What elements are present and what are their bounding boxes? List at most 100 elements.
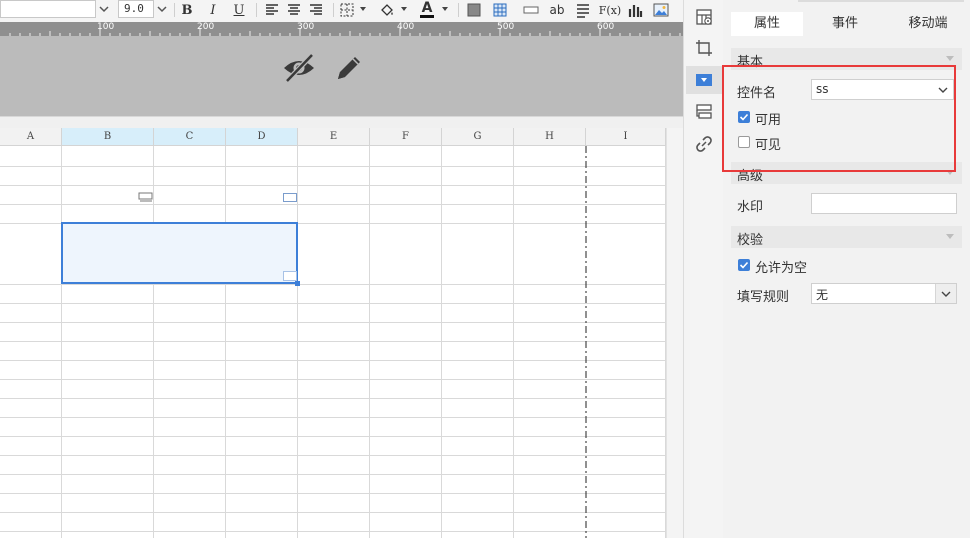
font-size-value: 9.0 — [124, 2, 144, 15]
grid-line — [0, 398, 666, 399]
widget-marker-icon — [138, 192, 153, 202]
column-header-h[interactable]: H — [514, 128, 586, 146]
form-canvas[interactable] — [0, 36, 683, 116]
column-header-e[interactable]: E — [298, 128, 370, 146]
grid-line — [0, 512, 666, 513]
grid-line — [0, 531, 666, 532]
grid-line — [0, 474, 666, 475]
chevron-down-icon — [941, 291, 951, 297]
section-validation-title: 校验 — [737, 233, 764, 248]
chevron-down-icon[interactable] — [97, 2, 111, 16]
grid-line — [0, 455, 666, 456]
grid-line — [0, 360, 666, 361]
merge-cells-icon[interactable] — [465, 1, 483, 19]
grid-line — [0, 417, 666, 418]
formula-button[interactable]: F(x) — [598, 1, 622, 19]
toolbar-divider — [333, 3, 334, 17]
highlight-box — [722, 65, 956, 172]
grid-line — [0, 379, 666, 380]
ruler-label: 200 — [197, 22, 215, 32]
toolbar-divider — [458, 3, 459, 17]
tab-attributes[interactable]: 属性 — [731, 12, 803, 36]
fill-rule-select[interactable]: 无 — [811, 283, 957, 304]
eye-slash-icon[interactable] — [281, 52, 317, 84]
horizontal-ruler: 100 200 300 400 500 600 — [0, 22, 683, 36]
spreadsheet-grid[interactable]: A B C D E F G H I — [0, 128, 666, 538]
side-icon-bar — [683, 0, 723, 538]
fill-color-icon[interactable] — [378, 1, 396, 19]
selected-cell-range[interactable] — [61, 222, 298, 284]
cell-properties-icon[interactable] — [694, 7, 714, 27]
underline-button[interactable]: U — [230, 1, 248, 19]
grid-line — [0, 341, 666, 342]
column-header-i[interactable]: I — [586, 128, 666, 146]
allow-empty-label: 允许为空 — [755, 261, 808, 276]
resize-handle[interactable] — [295, 281, 300, 286]
font-family-select[interactable] — [0, 0, 96, 18]
allow-empty-checkbox[interactable] — [738, 259, 750, 271]
format-toolbar: 9.0 B I U A ab F(x) — [0, 0, 683, 23]
pencil-icon[interactable] — [333, 52, 365, 84]
bold-button[interactable]: B — [178, 1, 196, 19]
crop-icon[interactable] — [694, 38, 714, 58]
font-size-select[interactable]: 9.0 — [118, 0, 154, 18]
font-color-label: A — [421, 0, 433, 16]
fill-rule-dropdown[interactable] — [935, 284, 956, 303]
column-header-d[interactable]: D — [226, 128, 298, 146]
ruler-label: 500 — [497, 22, 515, 32]
grid-line — [0, 166, 666, 167]
widget-marker — [283, 271, 297, 281]
text-widget-button[interactable]: ab — [548, 1, 566, 19]
toolbar-divider — [174, 3, 175, 17]
column-header-f[interactable]: F — [370, 128, 442, 146]
ruler-label: 600 — [597, 22, 615, 32]
grid-line — [0, 204, 666, 205]
grid-line — [0, 436, 666, 437]
column-header-g[interactable]: G — [442, 128, 514, 146]
vertical-scrollbar[interactable] — [666, 128, 683, 538]
tab-mobile[interactable]: 移动端 — [889, 12, 967, 36]
collapse-arrow-icon — [946, 234, 954, 239]
grid-line — [0, 185, 666, 186]
widget-settings-icon[interactable] — [694, 70, 714, 90]
layout-icon[interactable] — [694, 102, 714, 122]
image-icon[interactable] — [652, 1, 670, 19]
align-center-icon[interactable] — [285, 1, 303, 19]
caret-down-icon[interactable] — [358, 4, 368, 14]
check-icon — [739, 261, 749, 269]
widget-marker — [283, 193, 297, 202]
bar-chart-icon[interactable] — [626, 1, 644, 19]
watermark-label: 水印 — [737, 200, 764, 215]
align-left-icon[interactable] — [263, 1, 281, 19]
ruler-label: 300 — [297, 22, 315, 32]
column-header-b[interactable]: B — [62, 128, 154, 146]
font-color-swatch — [420, 15, 434, 18]
caret-down-icon[interactable] — [440, 4, 450, 14]
ruler-label: 100 — [97, 22, 115, 32]
column-header-a[interactable]: A — [0, 128, 62, 146]
chevron-down-icon[interactable] — [155, 2, 169, 16]
caret-down-icon[interactable] — [399, 4, 409, 14]
column-header-c[interactable]: C — [154, 128, 226, 146]
tab-events[interactable]: 事件 — [809, 12, 881, 36]
toolbar-divider — [256, 3, 257, 17]
grid-line — [0, 303, 666, 304]
ruler-label: 400 — [397, 22, 415, 32]
link-icon[interactable] — [694, 134, 714, 154]
textbox-icon[interactable] — [522, 1, 540, 19]
align-right-icon[interactable] — [307, 1, 325, 19]
page-break-line — [585, 146, 587, 538]
panel-top-edge — [798, 0, 964, 2]
grid-line — [0, 284, 666, 285]
paragraph-icon[interactable] — [574, 1, 592, 19]
fill-rule-value: 无 — [816, 288, 829, 302]
watermark-input[interactable] — [811, 193, 957, 214]
border-icon[interactable] — [338, 1, 356, 19]
collapse-arrow-icon — [946, 56, 954, 61]
italic-button[interactable]: I — [204, 1, 222, 19]
fill-rule-label: 填写规则 — [737, 290, 790, 305]
grid-line — [0, 322, 666, 323]
grid-line — [0, 493, 666, 494]
section-validation[interactable]: 校验 — [731, 226, 962, 248]
table-icon[interactable] — [491, 1, 509, 19]
